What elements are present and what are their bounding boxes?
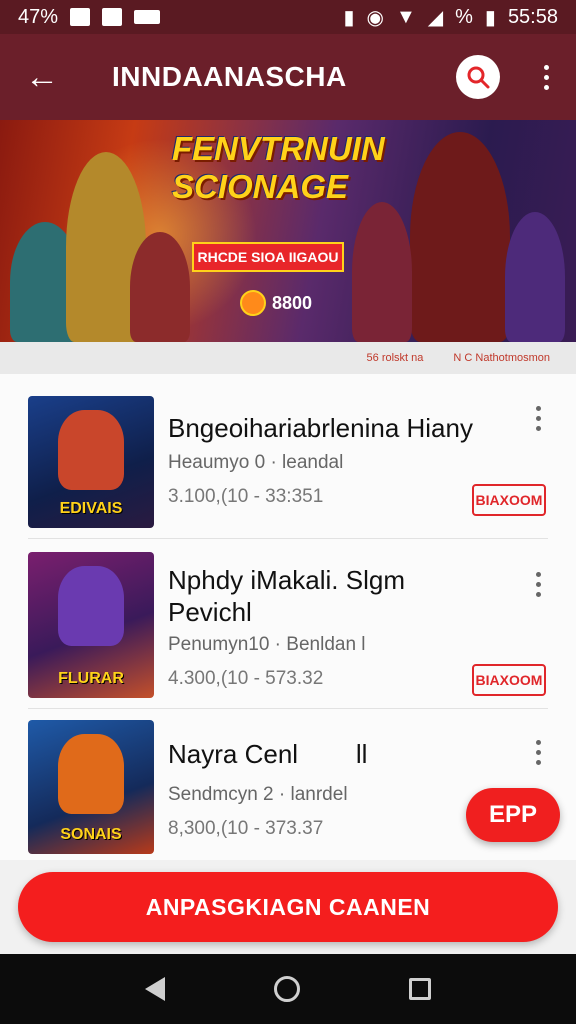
back-arrow-icon[interactable]: ← (18, 53, 66, 101)
battery-percent: 47% (18, 5, 59, 28)
thumbnail-label: EDIVAIS (59, 500, 123, 517)
clock: 55:58 (507, 5, 558, 28)
hero-figure-right (352, 202, 412, 342)
game-list: EDIVAIS Bngeoihariabrlenina Hiany Heaumy… (0, 374, 576, 860)
battery-icon: ▮ (484, 6, 496, 29)
search-glyph-icon (467, 66, 490, 89)
game-title: Bngeoihariabrlenina Hiany (168, 413, 473, 443)
info-strip-right: N C Nathotmosmon (453, 352, 550, 364)
game-thumbnail[interactable]: EDIVAIS (28, 396, 154, 528)
game-subtitle: Heaumyo 0 · leandal (168, 452, 344, 473)
thumbnail-hero (58, 410, 124, 490)
status-right: ▮ ◉ ▼ ◢ % ▮ 55:58 (343, 5, 558, 30)
thumbnail-hero (58, 734, 124, 814)
vibrate-icon: ▮ (343, 6, 355, 29)
thumbnail-hero (58, 566, 124, 646)
status-bar: 47% ▮ ◉ ▼ ◢ % ▮ 55:58 (0, 0, 576, 34)
system-nav-bar (0, 954, 576, 1024)
banner-title: FENVTRNUIN SCIONAGE (172, 130, 385, 205)
item-menu-icon[interactable] (532, 572, 544, 597)
page-title: INNDAANASCHA (112, 61, 347, 92)
image-notification-icon (102, 8, 123, 26)
search-icon[interactable] (456, 55, 500, 99)
coin-value: 8800 (272, 292, 313, 313)
game-meta: 4.300,(10 - 573.32 (168, 668, 324, 689)
message-icon (134, 10, 161, 24)
game-title: Nayra Cenl ll (168, 739, 368, 769)
nav-home-icon[interactable] (273, 976, 300, 1002)
info-strip: 56 rolskt na N C Nathotmosmon (0, 342, 576, 374)
nav-recents-icon[interactable] (409, 978, 432, 1000)
banner-ribbon: RHCDE SIOA IIGAOU (192, 242, 344, 272)
banner-coin-row: 8800 (240, 290, 312, 316)
item-action-badge[interactable]: BIAXOOM (472, 664, 546, 696)
list-item[interactable]: EDIVAIS Bngeoihariabrlenina Hiany Heaumy… (0, 374, 576, 544)
promo-banner[interactable]: FENVTRNUIN SCIONAGE RHCDE SIOA IIGAOU 88… (0, 120, 576, 342)
status-left: 47% (18, 5, 161, 29)
nav-back-icon[interactable] (144, 977, 165, 1001)
item-menu-icon[interactable] (532, 406, 544, 431)
game-title: Nphdy iMakali. Slgm Pevichl (168, 565, 405, 627)
thumbnail-label: FLURAR (58, 670, 124, 687)
item-action-badge[interactable]: BIAXOOM (472, 484, 546, 516)
thumbnail-label: SONAIS (60, 826, 122, 843)
game-subtitle: Sendmcyn 2 · lanrdel (168, 784, 348, 805)
overflow-menu-icon[interactable] (534, 57, 558, 97)
game-meta: 3.100,(10 - 33:351 (168, 486, 324, 507)
app-bar: ← INNDAANASCHA (0, 34, 576, 120)
item-menu-icon[interactable] (532, 740, 544, 765)
wifi-icon: ▼ (395, 5, 416, 28)
signal-percent: % (455, 5, 473, 28)
coin-icon (240, 290, 266, 316)
hero-figure-far-right (505, 212, 565, 342)
primary-cta-button[interactable]: ANPASGKIAGN CAANEN (18, 872, 558, 942)
signal-icon: ◢ (427, 6, 444, 29)
hero-figure-mid (130, 232, 190, 342)
floating-action-button[interactable]: EPP (466, 788, 560, 842)
info-strip-left: 56 rolskt na (366, 352, 424, 364)
hero-figure-villain (410, 132, 510, 342)
game-subtitle: Penumyn10 · Benldan l (168, 634, 366, 655)
game-meta: 8,300,(10 - 373.37 (168, 818, 324, 839)
sync-icon: ◉ (366, 6, 384, 29)
game-thumbnail[interactable]: SONAIS (28, 720, 154, 854)
game-thumbnail[interactable]: FLURAR (28, 552, 154, 698)
list-item[interactable]: FLURAR Nphdy iMakali. Slgm Pevichl Penum… (0, 538, 576, 708)
notification-icon (70, 8, 91, 26)
